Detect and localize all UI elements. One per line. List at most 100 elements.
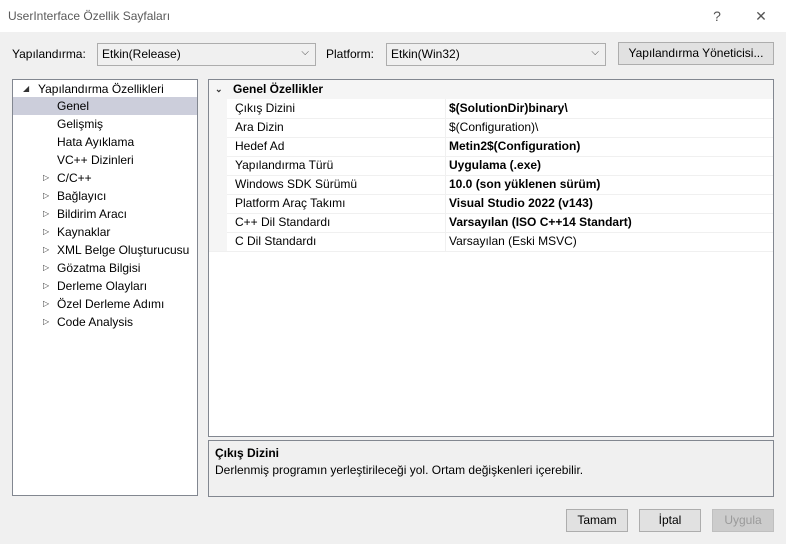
row-gutter <box>209 194 227 213</box>
property-row[interactable]: Ara Dizin $(Configuration)\ <box>209 118 773 138</box>
column-divider <box>445 194 446 213</box>
tree-item-label: VC++ Dizinleri <box>57 153 134 167</box>
property-value[interactable]: Visual Studio 2022 (v143) <box>449 194 593 213</box>
configuration-label: Yapılandırma: <box>12 47 86 61</box>
property-value[interactable]: Varsayılan (Eski MSVC) <box>449 232 577 251</box>
tree-item-label: Bağlayıcı <box>57 189 107 203</box>
configuration-manager-button[interactable]: Yapılandırma Yöneticisi... <box>618 42 774 65</box>
property-row[interactable]: C Dil Standardı Varsayılan (Eski MSVC) <box>209 232 773 252</box>
property-row[interactable]: Hedef Ad Metin2$(Configuration) <box>209 137 773 157</box>
ok-button[interactable]: Tamam <box>566 509 628 532</box>
property-value[interactable]: 10.0 (son yüklenen sürüm) <box>449 175 600 194</box>
tree-item-derleme-olaylari[interactable]: ▷ Derleme Olayları <box>13 277 197 295</box>
property-value[interactable]: $(SolutionDir)binary\ <box>449 99 568 118</box>
property-name: C Dil Standardı <box>235 234 317 248</box>
configuration-value: Etkin(Release) <box>102 47 181 61</box>
tree-item-cpp[interactable]: ▷ C/C++ <box>13 169 197 187</box>
property-name: Platform Araç Takımı <box>235 196 346 210</box>
tree-item-ozel-derleme[interactable]: ▷ Özel Derleme Adımı <box>13 295 197 313</box>
property-value[interactable]: Metin2$(Configuration) <box>449 137 580 156</box>
collapsed-triangle-icon[interactable]: ▷ <box>43 223 49 241</box>
property-name: C++ Dil Standardı <box>235 215 331 229</box>
description-panel: Çıkış Dizini Derlenmiş programın yerleşt… <box>208 440 774 497</box>
column-divider <box>445 156 446 175</box>
property-row[interactable]: Windows SDK Sürümü 10.0 (son yüklenen sü… <box>209 175 773 195</box>
tree-item-label: Gözatma Bilgisi <box>57 261 141 275</box>
tree-item-label: Kaynaklar <box>57 225 111 239</box>
property-row[interactable]: C++ Dil Standardı Varsayılan (ISO C++14 … <box>209 213 773 233</box>
tree-item-gozatma[interactable]: ▷ Gözatma Bilgisi <box>13 259 197 277</box>
column-divider <box>445 118 446 137</box>
tree-item-gelismis[interactable]: Gelişmiş <box>13 115 197 133</box>
row-gutter <box>209 137 227 156</box>
tree-item-vc-dizinleri[interactable]: VC++ Dizinleri <box>13 151 197 169</box>
description-title: Çıkış Dizini <box>215 446 280 460</box>
collapsed-triangle-icon[interactable]: ▷ <box>43 169 49 187</box>
tree-item-root[interactable]: ◢ Yapılandırma Özellikleri <box>13 80 197 98</box>
tree-item-label: Yapılandırma Özellikleri <box>38 82 164 96</box>
tree-item-code-analysis[interactable]: ▷ Code Analysis <box>13 313 197 331</box>
property-row[interactable]: Platform Araç Takımı Visual Studio 2022 … <box>209 194 773 214</box>
collapsed-triangle-icon[interactable]: ▷ <box>43 277 49 295</box>
close-button[interactable]: ✕ <box>746 4 776 28</box>
collapsed-triangle-icon[interactable]: ▷ <box>43 187 49 205</box>
collapsed-triangle-icon[interactable]: ▷ <box>43 295 49 313</box>
help-button[interactable]: ? <box>702 4 732 28</box>
property-name: Hedef Ad <box>235 139 285 153</box>
description-text: Derlenmiş programın yerleştirileceği yol… <box>215 463 584 477</box>
tree-item-label: Özel Derleme Adımı <box>57 297 165 311</box>
property-tree[interactable]: ◢ Yapılandırma Özellikleri Genel Gelişmi… <box>12 79 198 496</box>
platform-label: Platform: <box>326 47 375 61</box>
tree-item-label: Genel <box>57 99 90 113</box>
property-row[interactable]: Çıkış Dizini $(SolutionDir)binary\ <box>209 99 773 119</box>
tree-item-label: Bildirim Aracı <box>57 207 128 221</box>
collapsed-triangle-icon[interactable]: ▷ <box>43 241 49 259</box>
platform-combo[interactable]: Etkin(Win32) ⌵ <box>386 43 606 66</box>
column-divider <box>445 232 446 251</box>
property-row[interactable]: Yapılandırma Türü Uygulama (.exe) <box>209 156 773 176</box>
property-name: Ara Dizin <box>235 120 284 134</box>
column-divider <box>445 137 446 156</box>
category-title: Genel Özellikler <box>233 82 324 96</box>
tree-item-label: XML Belge Oluşturucusu <box>57 243 190 257</box>
platform-value: Etkin(Win32) <box>391 47 460 61</box>
row-gutter <box>209 156 227 175</box>
column-divider <box>445 175 446 194</box>
tree-item-label: Derleme Olayları <box>57 279 148 293</box>
tree-item-label: Gelişmiş <box>57 117 104 131</box>
tree-item-label: Code Analysis <box>57 315 134 329</box>
configuration-combo[interactable]: Etkin(Release) ⌵ <box>97 43 316 66</box>
window-title: UserInterface Özellik Sayfaları <box>8 9 171 23</box>
row-gutter <box>209 175 227 194</box>
tree-item-label: C/C++ <box>57 171 92 185</box>
column-divider <box>445 99 446 118</box>
chevron-down-icon[interactable]: ⌄ <box>215 80 223 99</box>
property-value[interactable]: Varsayılan (ISO C++14 Standart) <box>449 213 632 232</box>
chevron-down-icon: ⌵ <box>591 47 599 58</box>
expanded-triangle-icon[interactable]: ◢ <box>23 80 29 98</box>
tree-item-hata-ayiklama[interactable]: Hata Ayıklama <box>13 133 197 151</box>
property-value[interactable]: Uygulama (.exe) <box>449 156 541 175</box>
collapsed-triangle-icon[interactable]: ▷ <box>43 313 49 331</box>
column-divider <box>445 213 446 232</box>
apply-button[interactable]: Uygula <box>712 509 774 532</box>
tree-item-xml-belge[interactable]: ▷ XML Belge Oluşturucusu <box>13 241 197 259</box>
property-name: Çıkış Dizini <box>235 101 296 115</box>
tree-item-label: Hata Ayıklama <box>57 135 135 149</box>
category-header[interactable]: ⌄ Genel Özellikler <box>209 80 773 99</box>
row-gutter <box>209 99 227 118</box>
tree-item-baglayici[interactable]: ▷ Bağlayıcı <box>13 187 197 205</box>
tree-item-bildirim-araci[interactable]: ▷ Bildirim Aracı <box>13 205 197 223</box>
row-gutter <box>209 213 227 232</box>
property-name: Windows SDK Sürümü <box>235 177 358 191</box>
collapsed-triangle-icon[interactable]: ▷ <box>43 259 49 277</box>
chevron-down-icon: ⌵ <box>301 47 309 58</box>
property-name: Yapılandırma Türü <box>235 158 334 172</box>
property-grid[interactable]: ⌄ Genel Özellikler Çıkış Dizini $(Soluti… <box>208 79 774 437</box>
collapsed-triangle-icon[interactable]: ▷ <box>43 205 49 223</box>
tree-item-kaynaklar[interactable]: ▷ Kaynaklar <box>13 223 197 241</box>
cancel-button[interactable]: İptal <box>639 509 701 532</box>
row-gutter <box>209 118 227 137</box>
tree-item-genel[interactable]: Genel <box>13 97 197 115</box>
property-value[interactable]: $(Configuration)\ <box>449 118 538 137</box>
